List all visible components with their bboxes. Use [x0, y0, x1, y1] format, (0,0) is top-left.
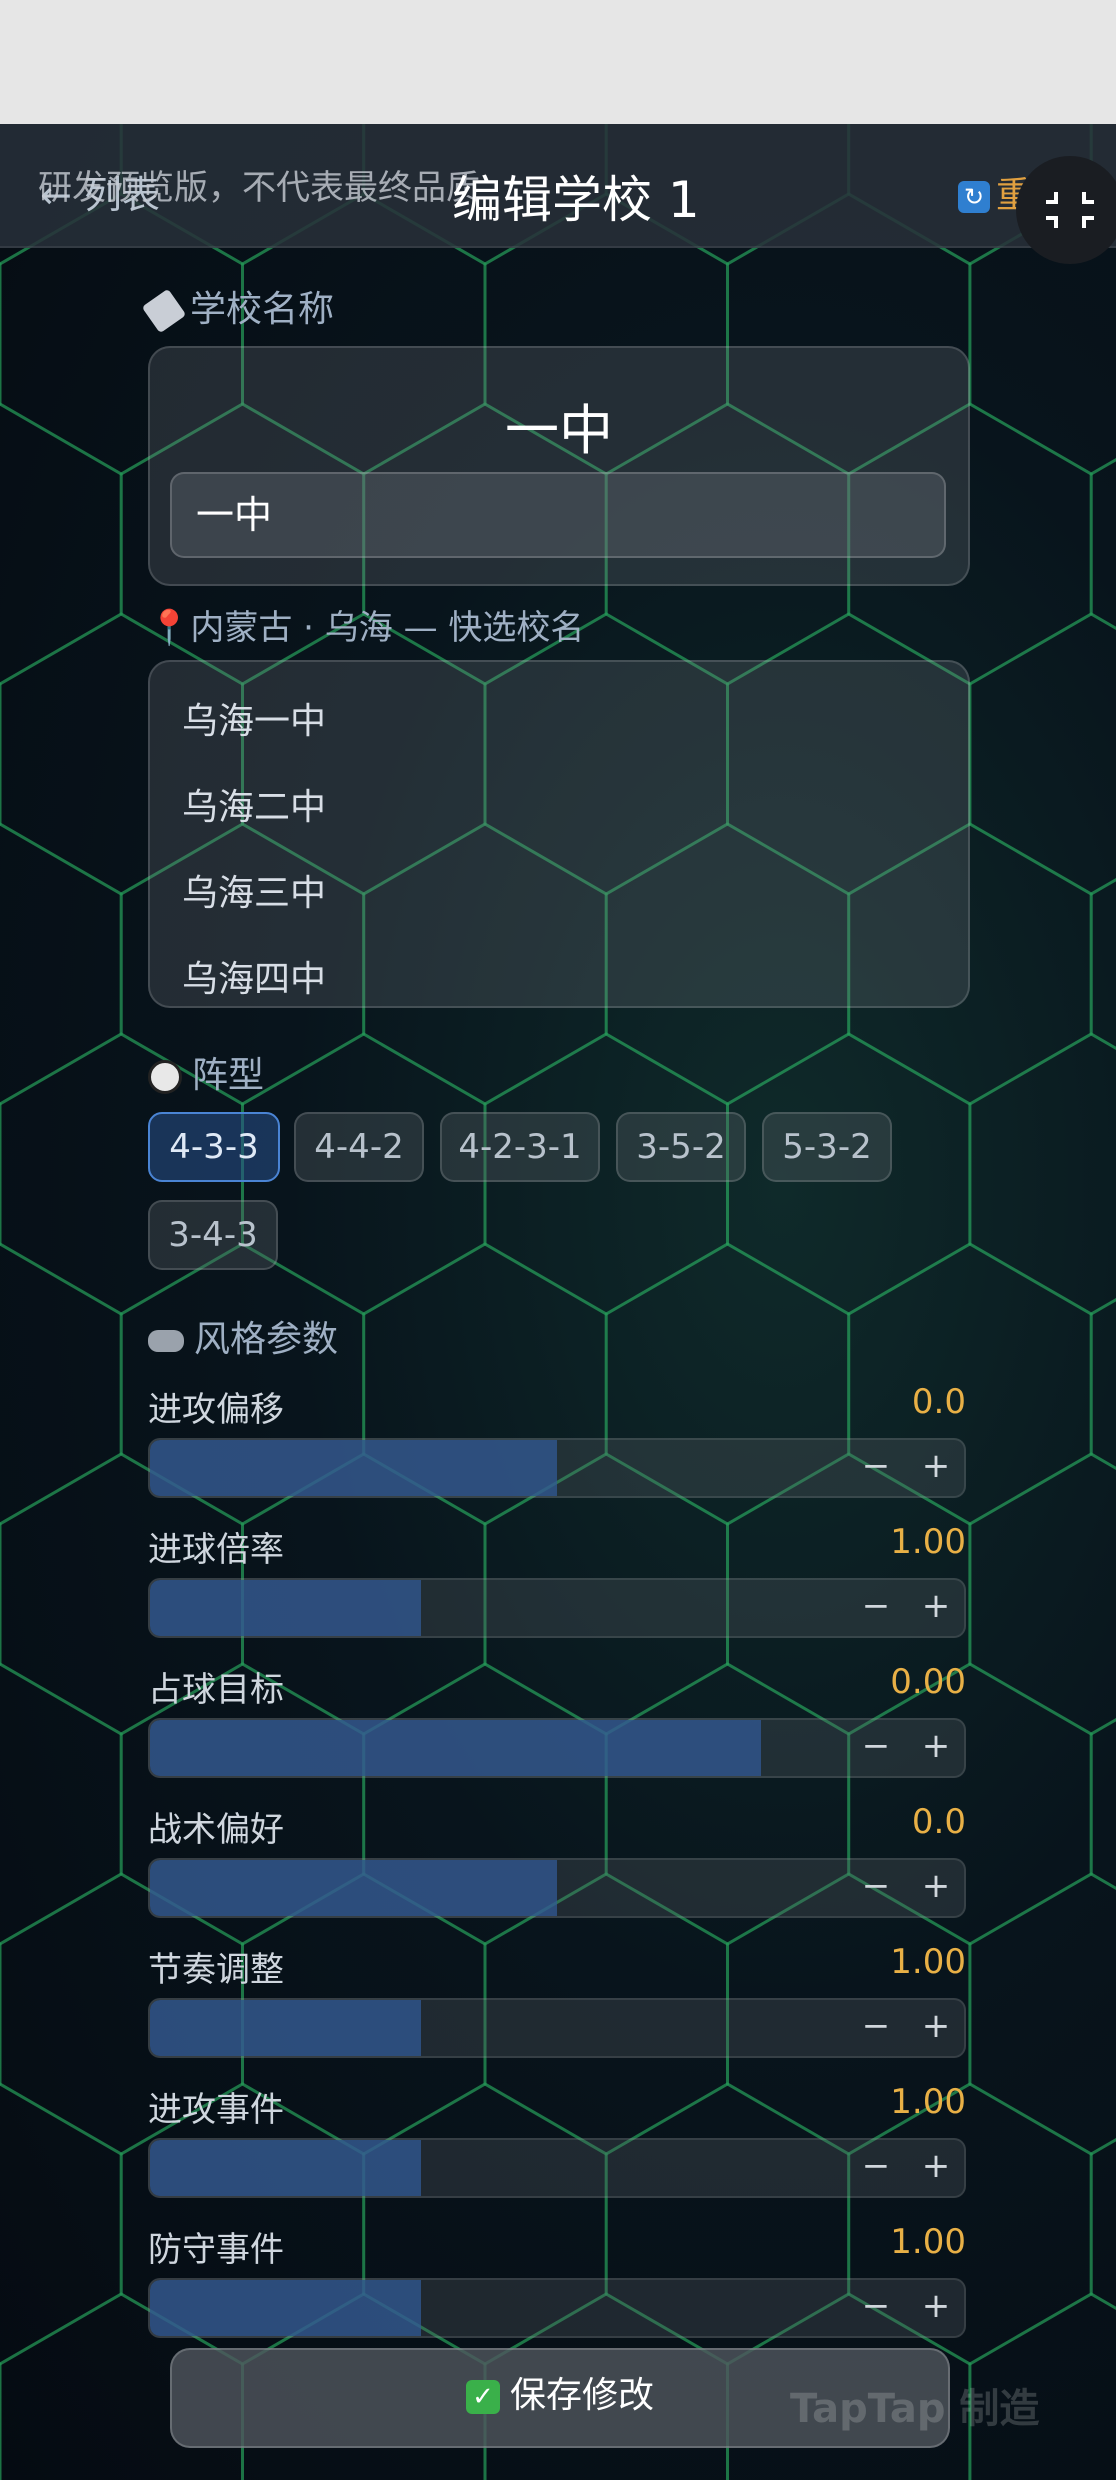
increment-button[interactable]: +: [916, 1726, 956, 1766]
quick-select-list: 乌海一中 乌海二中 乌海三中 乌海四中: [148, 660, 970, 1008]
formation-option-4-2-3-1[interactable]: 4-2-3-1: [440, 1112, 600, 1182]
pin-icon: 📍: [148, 608, 191, 648]
param-value: 1.00: [890, 2222, 966, 2262]
param-label: 进攻偏移: [148, 1390, 284, 1430]
param-label: 节奏调整: [148, 1950, 284, 1990]
param-value: 0.0: [911, 1802, 966, 1842]
slider-fill: [150, 1580, 422, 1636]
slider-fill: [150, 2280, 422, 2336]
formation-label: 阵型: [148, 1046, 264, 1098]
quick-item[interactable]: 乌海二中: [182, 778, 326, 830]
param-slider[interactable]: − +: [148, 1438, 966, 1498]
increment-button[interactable]: +: [916, 2286, 956, 2326]
param-label: 进球倍率: [148, 1530, 284, 1570]
school-name-card: 一中 一中: [148, 346, 970, 586]
decrement-button[interactable]: −: [856, 1726, 896, 1766]
decrement-button[interactable]: −: [856, 1866, 896, 1906]
preview-notice: 研发预览版，不代表最终品质: [38, 168, 480, 208]
param-slider[interactable]: − +: [148, 1858, 966, 1918]
param-label: 占球目标: [148, 1670, 284, 1710]
exit-fullscreen-button[interactable]: [1016, 156, 1116, 264]
increment-button[interactable]: +: [916, 1586, 956, 1626]
slider-fill: [150, 1860, 557, 1916]
style-params-label: 风格参数: [148, 1310, 338, 1362]
increment-button[interactable]: +: [916, 1866, 956, 1906]
formation-option-5-3-2[interactable]: 5-3-2: [762, 1112, 892, 1182]
param-slider[interactable]: − +: [148, 1718, 966, 1778]
param-value: 0.0: [911, 1382, 966, 1422]
formation-option-3-5-2[interactable]: 3-5-2: [616, 1112, 746, 1182]
param-value: 1.00: [890, 1522, 966, 1562]
param-value: 1.00: [890, 2082, 966, 2122]
decrement-button[interactable]: −: [856, 2146, 896, 2186]
increment-button[interactable]: +: [916, 2146, 956, 2186]
slider-fill: [150, 1440, 557, 1496]
slider-fill: [150, 1720, 761, 1776]
collapse-icon: [1046, 192, 1094, 228]
decrement-button[interactable]: −: [856, 1446, 896, 1486]
slider-fill: [150, 2000, 422, 2056]
increment-button[interactable]: +: [916, 2006, 956, 2046]
check-icon: ✓: [465, 2380, 500, 2414]
school-name-input[interactable]: 一中: [170, 472, 946, 558]
quick-select-label: 📍内蒙古 · 乌海 — 快选校名: [148, 608, 585, 648]
param-value: 0.00: [890, 1662, 966, 1702]
decrement-button[interactable]: −: [856, 2286, 896, 2326]
param-value: 1.00: [890, 1942, 966, 1982]
increment-button[interactable]: +: [916, 1446, 956, 1486]
param-label: 进攻事件: [148, 2090, 284, 2130]
gamepad-icon: [148, 1330, 184, 1352]
formation-option-4-4-2[interactable]: 4-4-2: [294, 1112, 424, 1182]
param-slider[interactable]: − +: [148, 1998, 966, 2058]
ticket-icon: [141, 288, 187, 334]
slider-fill: [150, 2140, 422, 2196]
page-title: 编辑学校 1: [452, 171, 700, 229]
quick-item[interactable]: 乌海一中: [182, 692, 326, 744]
quick-item[interactable]: 乌海四中: [182, 950, 326, 1002]
decrement-button[interactable]: −: [856, 1586, 896, 1626]
param-slider[interactable]: − +: [148, 1578, 966, 1638]
param-label: 战术偏好: [148, 1810, 284, 1850]
soccer-ball-icon: [148, 1060, 182, 1094]
param-slider[interactable]: − +: [148, 2138, 966, 2198]
param-label: 防守事件: [148, 2230, 284, 2270]
school-name-label: 学校名称: [141, 280, 334, 334]
formation-option-4-3-3[interactable]: 4-3-3: [148, 1112, 280, 1182]
param-slider[interactable]: − +: [148, 2278, 966, 2338]
quick-item[interactable]: 乌海三中: [182, 864, 326, 916]
taptap-watermark: TapTap 制造: [790, 2386, 1040, 2432]
status-bar: [0, 0, 1116, 124]
decrement-button[interactable]: −: [856, 2006, 896, 2046]
formation-option-3-4-3[interactable]: 3-4-3: [148, 1200, 278, 1270]
school-name-display: 一中: [505, 399, 613, 462]
refresh-icon: ↻: [958, 181, 990, 213]
